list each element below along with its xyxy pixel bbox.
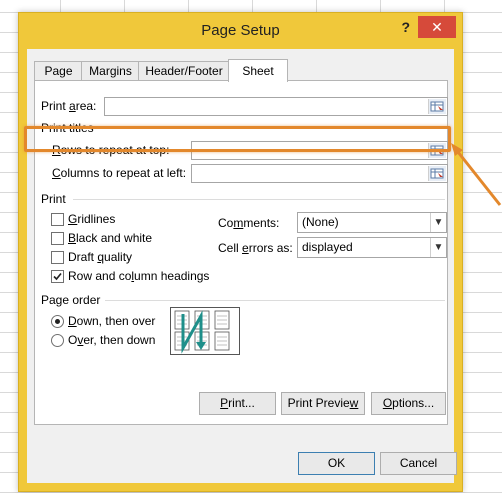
print-area-label: Print area: [41, 99, 97, 113]
gridlines-checkbox[interactable] [51, 213, 64, 226]
row-column-headings-checkbox[interactable] [51, 270, 64, 283]
tab-page[interactable]: Page [34, 61, 83, 81]
down-then-over-label[interactable]: Down, then over [68, 314, 155, 328]
comments-value: (None) [302, 215, 339, 229]
tab-sheet[interactable]: Sheet [228, 59, 288, 82]
cell-errors-value: displayed [302, 240, 353, 254]
collapse-dialog-icon[interactable] [428, 166, 446, 181]
print-divider [73, 199, 445, 200]
down-then-over-radio[interactable] [51, 315, 64, 328]
tab-header-footer[interactable]: Header/Footer [138, 61, 230, 81]
over-then-down-radio[interactable] [51, 334, 64, 347]
print-area-input[interactable] [104, 97, 448, 116]
ok-button[interactable]: OK [298, 452, 375, 475]
page-order-heading: Page order [41, 293, 101, 307]
comments-select[interactable]: (None) ▼ [297, 212, 447, 233]
columns-to-repeat-input[interactable] [191, 164, 448, 183]
close-button[interactable]: ✕ [418, 16, 456, 38]
cell-errors-label: Cell errors as: [218, 241, 293, 255]
title-bar[interactable]: Page Setup ? ✕ [19, 13, 462, 47]
cancel-button[interactable]: Cancel [380, 452, 457, 475]
print-heading: Print [41, 192, 66, 206]
rows-to-repeat-highlight [24, 126, 451, 152]
checkmark-icon [53, 272, 62, 281]
draft-quality-label[interactable]: Draft quality [68, 250, 132, 264]
options-button[interactable]: Options... [371, 392, 446, 415]
page-setup-dialog: Page Setup ? ✕ Page Margins Header/Foote… [18, 12, 463, 492]
over-then-down-label[interactable]: Over, then down [68, 333, 155, 347]
comments-label: Comments: [218, 216, 280, 230]
columns-to-repeat-label: Columns to repeat at left: [52, 166, 187, 180]
collapse-dialog-icon[interactable] [428, 99, 446, 114]
row-column-headings-label[interactable]: Row and column headings [68, 269, 209, 283]
dialog-title: Page Setup [201, 22, 280, 39]
black-and-white-checkbox[interactable] [51, 232, 64, 245]
help-button[interactable]: ? [401, 19, 410, 35]
gridlines-label[interactable]: Gridlines [68, 212, 115, 226]
chevron-down-icon[interactable]: ▼ [430, 238, 446, 257]
black-and-white-label[interactable]: Black and white [68, 231, 152, 245]
page-order-preview-icon [170, 307, 240, 355]
print-preview-button[interactable]: Print Preview [281, 392, 365, 415]
tab-margins[interactable]: Margins [81, 61, 140, 81]
draft-quality-checkbox[interactable] [51, 251, 64, 264]
page-order-divider [105, 300, 445, 301]
print-button[interactable]: Print... [199, 392, 276, 415]
chevron-down-icon[interactable]: ▼ [430, 213, 446, 232]
dialog-body: Page Margins Header/Footer Sheet Print a… [27, 49, 457, 483]
cell-errors-select[interactable]: displayed ▼ [297, 237, 447, 258]
